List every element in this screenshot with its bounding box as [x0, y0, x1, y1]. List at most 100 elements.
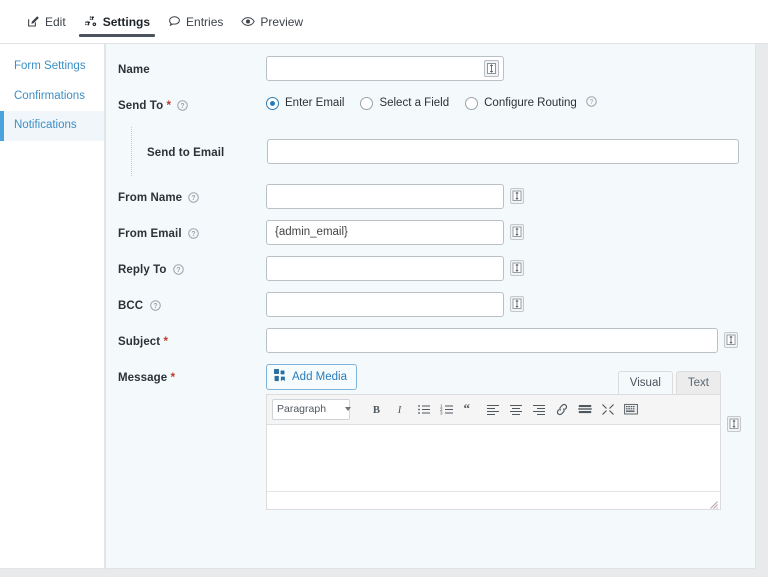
reply-to-input[interactable]: [266, 256, 504, 281]
from-email-label: From Email ?: [118, 220, 266, 244]
tab-preview-label: Preview: [260, 16, 303, 28]
tab-preview[interactable]: Preview: [232, 0, 312, 43]
settings-sidebar: Form Settings Confirmations Notification…: [0, 44, 105, 569]
tab-settings-label: Settings: [103, 16, 150, 28]
required-marker: *: [171, 372, 176, 384]
pencil-square-icon: [27, 15, 40, 28]
distraction-free-icon[interactable]: [596, 398, 619, 420]
reply-to-label: Reply To ?: [118, 256, 266, 280]
message-label: Message *: [118, 364, 266, 386]
tab-edit[interactable]: Edit: [18, 0, 75, 43]
merge-tag-icon[interactable]: [510, 260, 524, 279]
add-media-label: Add Media: [292, 371, 347, 383]
link-icon[interactable]: [550, 398, 573, 420]
help-icon[interactable]: ?: [188, 228, 199, 244]
radio-configure-routing[interactable]: Configure Routing ?: [465, 96, 597, 110]
merge-tag-icon[interactable]: [727, 416, 741, 435]
radio-button-indicator[interactable]: [266, 97, 279, 110]
merge-tag-icon[interactable]: [484, 60, 499, 80]
numbered-list-icon[interactable]: 1 2 3: [435, 398, 458, 420]
send-to-radio-group: Enter Email Select a Field Configure Rou…: [266, 92, 597, 110]
editor-header: Add Media Visual Text: [266, 364, 721, 394]
required-marker: *: [167, 100, 172, 112]
align-left-icon[interactable]: [481, 398, 504, 420]
media-icon: [274, 369, 287, 385]
field-row-reply-to: Reply To ?: [106, 256, 755, 281]
svg-text:?: ?: [191, 231, 195, 238]
merge-tag-icon[interactable]: [510, 296, 524, 315]
insert-read-more-icon[interactable]: [573, 398, 596, 420]
sidebar-item-confirmations[interactable]: Confirmations: [0, 82, 104, 112]
subject-input[interactable]: [266, 328, 718, 353]
field-row-from-name: From Name ?: [106, 184, 755, 209]
svg-text:?: ?: [181, 103, 185, 110]
italic-icon[interactable]: I: [389, 398, 412, 420]
sidebar-item-label: Form Settings: [14, 60, 86, 72]
svg-text:?: ?: [589, 99, 593, 106]
help-icon[interactable]: ?: [188, 192, 199, 208]
radio-label: Enter Email: [285, 97, 344, 109]
send-to-email-label: Send to Email: [132, 139, 267, 161]
field-row-from-email: From Email ?: [106, 220, 755, 245]
tab-entries-label: Entries: [186, 16, 223, 28]
help-icon[interactable]: ?: [173, 264, 184, 280]
main-content: Name: [105, 44, 768, 577]
tab-settings[interactable]: Settings: [75, 0, 159, 43]
tab-visual[interactable]: Visual: [618, 371, 673, 394]
from-email-input[interactable]: [266, 220, 504, 245]
merge-tag-icon[interactable]: [510, 188, 524, 207]
tab-text[interactable]: Text: [676, 371, 721, 394]
radio-label: Configure Routing: [484, 97, 577, 109]
editor-box: Paragraph B: [266, 394, 721, 510]
editor-mode-tabs: Visual Text: [615, 371, 721, 394]
radio-select-a-field[interactable]: Select a Field: [360, 97, 449, 110]
speech-bubble-icon: [168, 15, 181, 28]
from-name-input[interactable]: [266, 184, 504, 209]
settings-page: Form Settings Confirmations Notification…: [0, 44, 768, 577]
tab-edit-label: Edit: [45, 16, 66, 28]
subject-label: Subject *: [118, 328, 266, 350]
form-toolbar: Edit Settings Entries: [0, 0, 768, 44]
svg-text:I: I: [397, 404, 402, 416]
field-row-name: Name: [106, 56, 755, 81]
help-icon[interactable]: ?: [177, 100, 188, 116]
merge-tag-icon[interactable]: [724, 332, 738, 351]
editor-footer: [267, 491, 720, 509]
merge-tag-icon[interactable]: [510, 224, 524, 243]
bulleted-list-icon[interactable]: [412, 398, 435, 420]
align-center-icon[interactable]: [504, 398, 527, 420]
bold-icon[interactable]: B: [366, 398, 389, 420]
sidebar-item-label: Notifications: [14, 119, 77, 131]
name-input[interactable]: [266, 56, 504, 81]
radio-button-indicator[interactable]: [360, 97, 373, 110]
bcc-input[interactable]: [266, 292, 504, 317]
svg-text:3: 3: [440, 411, 443, 416]
required-marker: *: [164, 336, 169, 348]
field-row-send-to-email: Send to Email: [132, 139, 755, 164]
send-to-email-input[interactable]: [267, 139, 739, 164]
svg-text:B: B: [373, 404, 380, 416]
sidebar-item-label: Confirmations: [14, 90, 85, 102]
sidebar-item-notifications[interactable]: Notifications: [0, 111, 104, 141]
toolbar-toggle-icon[interactable]: [619, 398, 642, 420]
help-icon[interactable]: ?: [150, 300, 161, 316]
svg-text:“: “: [463, 403, 470, 416]
send-to-label: Send To * ?: [118, 92, 266, 116]
field-row-bcc: BCC ?: [106, 292, 755, 317]
add-media-button[interactable]: Add Media: [266, 364, 357, 390]
message-textarea[interactable]: [267, 425, 720, 491]
sidebar-item-form-settings[interactable]: Form Settings: [0, 52, 104, 82]
message-editor: Add Media Visual Text: [266, 364, 721, 510]
help-icon[interactable]: ?: [586, 96, 597, 110]
tab-entries[interactable]: Entries: [159, 0, 232, 43]
radio-button-indicator[interactable]: [465, 97, 478, 110]
resize-handle-icon[interactable]: [709, 498, 718, 507]
svg-text:?: ?: [176, 267, 180, 274]
radio-enter-email[interactable]: Enter Email: [266, 97, 344, 110]
align-right-icon[interactable]: [527, 398, 550, 420]
editor-toolbar: Paragraph B: [267, 395, 720, 425]
eye-icon: [241, 15, 255, 28]
paragraph-format-select[interactable]: Paragraph: [272, 399, 350, 420]
radio-label: Select a Field: [379, 97, 449, 109]
blockquote-icon[interactable]: “: [458, 398, 481, 420]
